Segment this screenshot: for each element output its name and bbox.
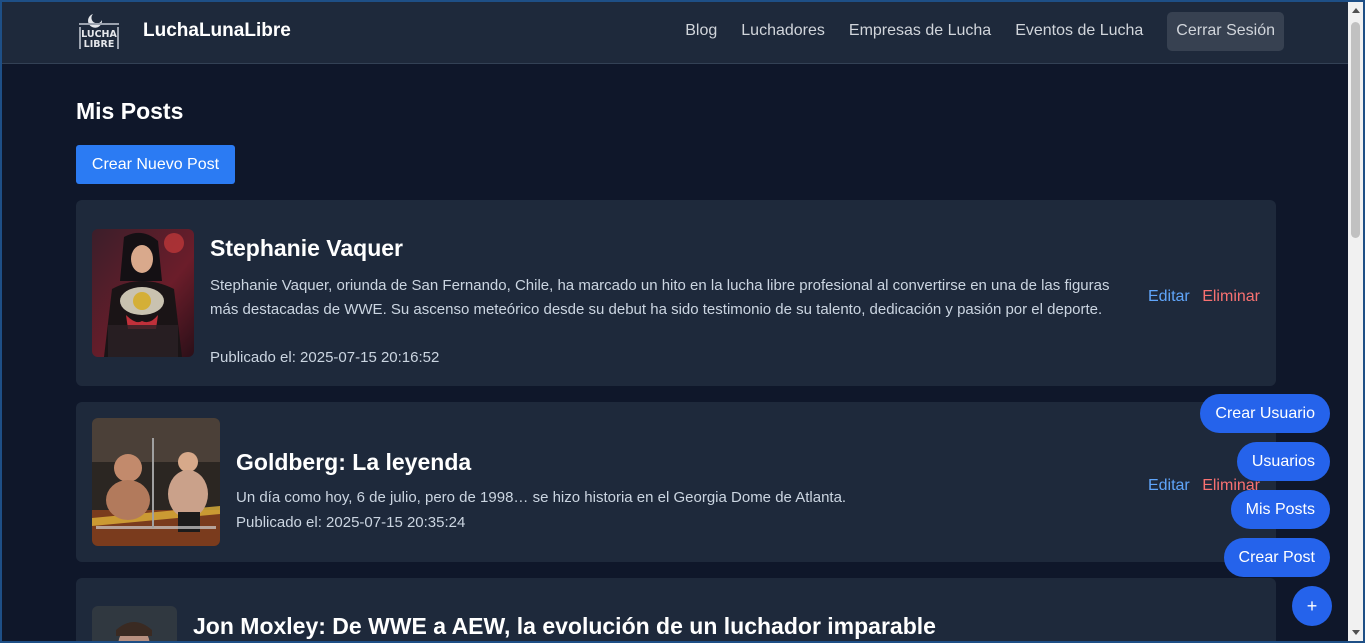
nav-blog[interactable]: Blog	[685, 11, 717, 51]
nav-luchadores[interactable]: Luchadores	[741, 11, 825, 51]
brand[interactable]: LUCHA LIBRE LuchaLunaLibre	[76, 8, 291, 54]
logo-text-bottom: LIBRE	[84, 39, 115, 50]
fab-toggle-plus-icon[interactable]: +	[1292, 586, 1332, 626]
post-actions: Editar Eliminar	[1148, 288, 1260, 306]
post-image	[92, 418, 220, 546]
post-description: Stephanie Vaquer, oriunda de San Fernand…	[210, 277, 1110, 318]
post-date: Publicado el: 2025-07-15 20:35:24	[236, 514, 466, 531]
nav-links: Blog Luchadores Empresas de Lucha Evento…	[661, 11, 1284, 51]
nav-eventos[interactable]: Eventos de Lucha	[1015, 11, 1143, 51]
post-title: Jon Moxley: De WWE a AEW, la evolución d…	[193, 613, 936, 639]
post-title: Stephanie Vaquer	[210, 235, 404, 261]
edit-link[interactable]: Editar	[1148, 288, 1190, 305]
post-image	[92, 606, 177, 643]
fab-crear-usuario[interactable]: Crear Usuario	[1200, 394, 1330, 433]
post-description: Un día como hoy, 6 de julio, pero de 199…	[236, 489, 847, 506]
fab-crear-post[interactable]: Crear Post	[1223, 538, 1330, 577]
edit-link[interactable]: Editar	[1148, 477, 1190, 494]
navbar: LUCHA LIBRE LuchaLunaLibre Blog Luchador…	[0, 0, 1348, 64]
lucha-libre-logo: LUCHA LIBRE	[76, 8, 122, 54]
logout-button[interactable]: Cerrar Sesión	[1167, 11, 1284, 51]
post-date: Publicado el: 2025-07-15 20:16:52	[210, 349, 440, 366]
scroll-thumb[interactable]	[1351, 22, 1360, 238]
brand-name: LuchaLunaLibre	[143, 20, 291, 41]
create-post-button[interactable]: Crear Nuevo Post	[76, 145, 235, 184]
fab-usuarios[interactable]: Usuarios	[1236, 442, 1330, 481]
post-image	[92, 229, 194, 357]
scroll-down-arrow-icon[interactable]	[1352, 630, 1360, 635]
post-card: Stephanie Vaquer Stephanie Vaquer, oriun…	[76, 200, 1276, 386]
post-card: Jon Moxley: De WWE a AEW, la evolución d…	[76, 578, 1276, 643]
nav-empresas[interactable]: Empresas de Lucha	[849, 11, 991, 51]
scrollbar[interactable]	[1348, 0, 1365, 643]
post-title: Goldberg: La leyenda	[236, 449, 472, 475]
fab-mis-posts[interactable]: Mis Posts	[1230, 490, 1330, 529]
scroll-up-arrow-icon[interactable]	[1352, 8, 1360, 13]
delete-link[interactable]: Eliminar	[1202, 288, 1260, 305]
post-card: Goldberg: La leyenda Un día como hoy, 6 …	[76, 402, 1276, 562]
page-title: Mis Posts	[76, 98, 184, 124]
